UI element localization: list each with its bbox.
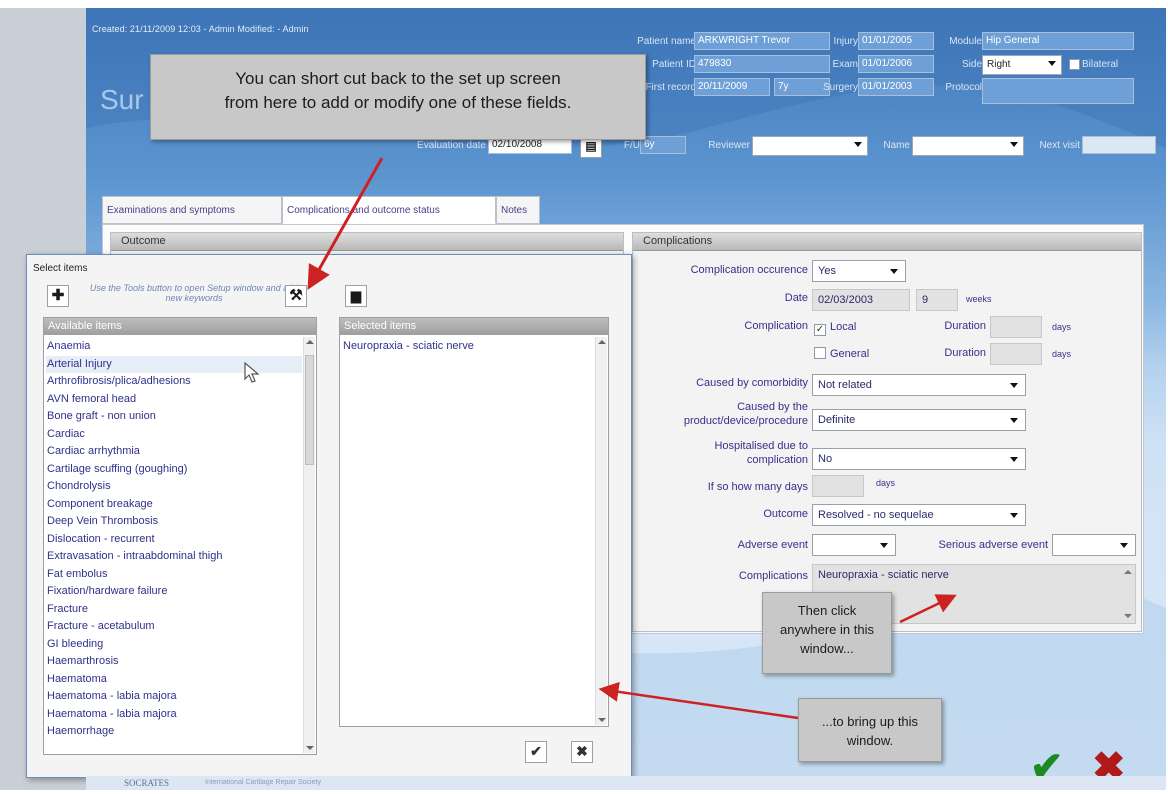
footer-logo: SOCRATES <box>124 778 170 788</box>
annotation-arrows <box>307 157 957 720</box>
footer-subtitle: International Cartilage Repair Society <box>205 779 321 786</box>
